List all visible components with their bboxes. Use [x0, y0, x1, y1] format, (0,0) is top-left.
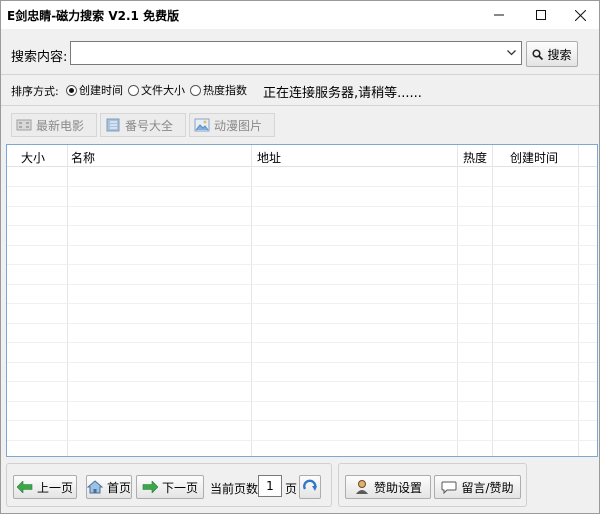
current-page-input[interactable]: [258, 475, 282, 497]
sort-option-label: 文件大小: [141, 84, 185, 97]
column-header-address[interactable]: 地址: [257, 149, 281, 166]
column-divider: [457, 145, 458, 456]
minimize-button[interactable]: [479, 1, 519, 29]
search-button-label: 搜索: [547, 47, 572, 62]
sort-label: 排序方式:: [11, 85, 59, 98]
next-page-label: 下一页: [161, 480, 198, 495]
sort-option-label: 创建时间: [79, 84, 123, 97]
page-suffix-label: 页: [285, 482, 298, 496]
sort-radio-file-size[interactable]: 文件大小: [128, 82, 185, 98]
arrow-left-icon: [16, 481, 33, 493]
search-combobox[interactable]: [70, 41, 522, 65]
radio-button-checked[interactable]: [66, 84, 77, 96]
home-page-label: 首页: [106, 480, 131, 495]
category-label: 最新电影: [36, 118, 85, 133]
category-label: 番号大全: [125, 118, 174, 133]
column-header-heat[interactable]: 热度: [463, 149, 487, 166]
table-row-line: [7, 264, 597, 265]
speech-bubble-icon: [441, 481, 457, 494]
table-row-line: [7, 186, 597, 187]
search-button[interactable]: 搜索: [526, 41, 578, 67]
sort-radio-heat-index[interactable]: 热度指数: [190, 82, 247, 98]
radio-button[interactable]: [128, 84, 139, 96]
maximize-icon: [536, 10, 546, 20]
column-divider: [578, 145, 579, 456]
table-row-line: [7, 322, 597, 324]
sort-radio-created-time[interactable]: 创建时间: [66, 82, 123, 98]
refresh-icon: [303, 479, 317, 491]
picture-icon: [194, 118, 210, 132]
column-divider: [67, 145, 68, 456]
search-input[interactable]: [73, 44, 501, 62]
title-bar: E剑忠睛-磁力搜索 V2.1 免费版: [1, 1, 599, 29]
radio-button[interactable]: [190, 84, 201, 96]
current-page-label: 当前页数:: [210, 482, 263, 496]
next-page-button[interactable]: 下一页: [136, 475, 204, 499]
message-donate-label: 留言/赞助: [461, 480, 514, 495]
table-row-line: [7, 225, 597, 226]
table-row-line: [7, 205, 597, 207]
arrow-right-icon: [142, 481, 158, 493]
combo-dropdown-button[interactable]: [504, 45, 518, 61]
column-header-created-time[interactable]: 创建时间: [510, 149, 558, 166]
user-settings-icon: [355, 480, 368, 494]
category-toolbar: 最新电影 番号大全 动漫图片: [1, 107, 599, 141]
maximize-button[interactable]: [521, 1, 561, 29]
table-row-line: [7, 439, 597, 441]
category-label: 动漫图片: [214, 118, 263, 133]
table-header: 大小 名称 地址 热度 创建时间: [7, 145, 597, 167]
table-row-line: [7, 283, 597, 285]
column-divider: [251, 145, 252, 456]
column-divider: [492, 145, 493, 456]
book-icon: [106, 118, 120, 132]
table-row-line: [7, 420, 597, 421]
table-row-line: [7, 381, 597, 382]
column-header-size[interactable]: 大小: [21, 149, 45, 166]
table-row-line: [7, 244, 597, 246]
home-icon: [87, 480, 103, 494]
search-bar: 搜索内容: 搜索: [1, 29, 599, 75]
window-title: E剑忠睛-磁力搜索 V2.1 免费版: [7, 9, 180, 23]
go-page-button[interactable]: [299, 475, 321, 499]
close-button[interactable]: [560, 1, 600, 29]
divider: [1, 105, 599, 106]
donate-settings-button[interactable]: 赞助设置: [345, 475, 431, 499]
latest-movies-button[interactable]: 最新电影: [11, 113, 97, 137]
app-window: E剑忠睛-磁力搜索 V2.1 免费版 搜索内容: 搜索 排序方式: 创建时间 文…: [0, 0, 600, 514]
table-row-line: [7, 400, 597, 402]
results-table[interactable]: 大小 名称 地址 热度 创建时间: [6, 144, 598, 457]
prev-page-button[interactable]: 上一页: [13, 475, 77, 499]
table-row-line: [7, 361, 597, 363]
search-label: 搜索内容:: [11, 50, 68, 65]
donate-settings-label: 赞助设置: [373, 480, 422, 495]
sort-option-label: 热度指数: [203, 84, 247, 97]
table-row-line: [7, 303, 597, 304]
home-page-button[interactable]: 首页: [86, 475, 132, 499]
prev-page-label: 上一页: [36, 480, 73, 495]
connection-status: 正在连接服务器,请稍等......: [263, 86, 422, 101]
table-row-line: [7, 342, 597, 343]
minimize-icon: [494, 14, 504, 16]
message-donate-button[interactable]: 留言/赞助: [434, 475, 521, 499]
search-icon: [532, 48, 544, 60]
anime-pictures-button[interactable]: 动漫图片: [189, 113, 275, 137]
sort-options: 排序方式: 创建时间 文件大小 热度指数 正在连接服务器,请稍等......: [1, 75, 599, 105]
film-icon: [16, 119, 32, 131]
chevron-down-icon: [506, 50, 516, 56]
code-catalog-button[interactable]: 番号大全: [100, 113, 186, 137]
column-header-name[interactable]: 名称: [71, 149, 95, 166]
close-icon: [574, 9, 586, 21]
